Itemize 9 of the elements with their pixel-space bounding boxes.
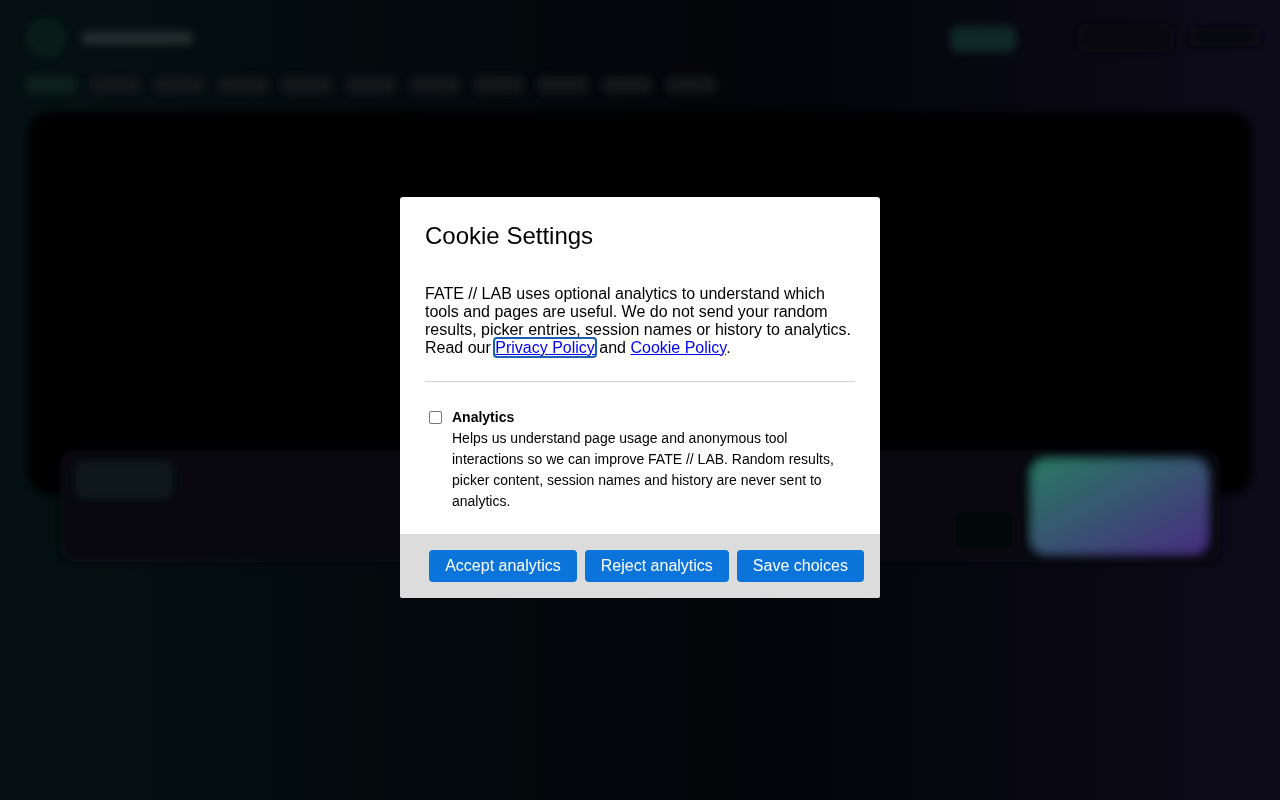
- intro-paragraph: FATE // LAB uses optional analytics to understand which tools and pages are useful. We do not send your random results, picker entries, session names or history to analytics. Read our Privacy Policy and Cookie Policy.: [425, 285, 852, 357]
- option-description: Helps us understand page usage and anonymous tool interactions so we can improve FATE // LAB. Random results, picker content, session names and history are never sent to analytics.: [452, 429, 835, 511]
- consent-button[interactable]: Accept analytics: [429, 550, 577, 582]
- policy-link[interactable]: Cookie Policy: [630, 339, 727, 356]
- option-label: Analytics: [452, 408, 516, 426]
- dialog-title: Cookie Settings: [425, 221, 595, 251]
- consent-button[interactable]: Save choices: [736, 550, 864, 582]
- consent-button[interactable]: Reject analytics: [584, 550, 729, 582]
- policy-link[interactable]: Privacy Policy: [495, 339, 595, 356]
